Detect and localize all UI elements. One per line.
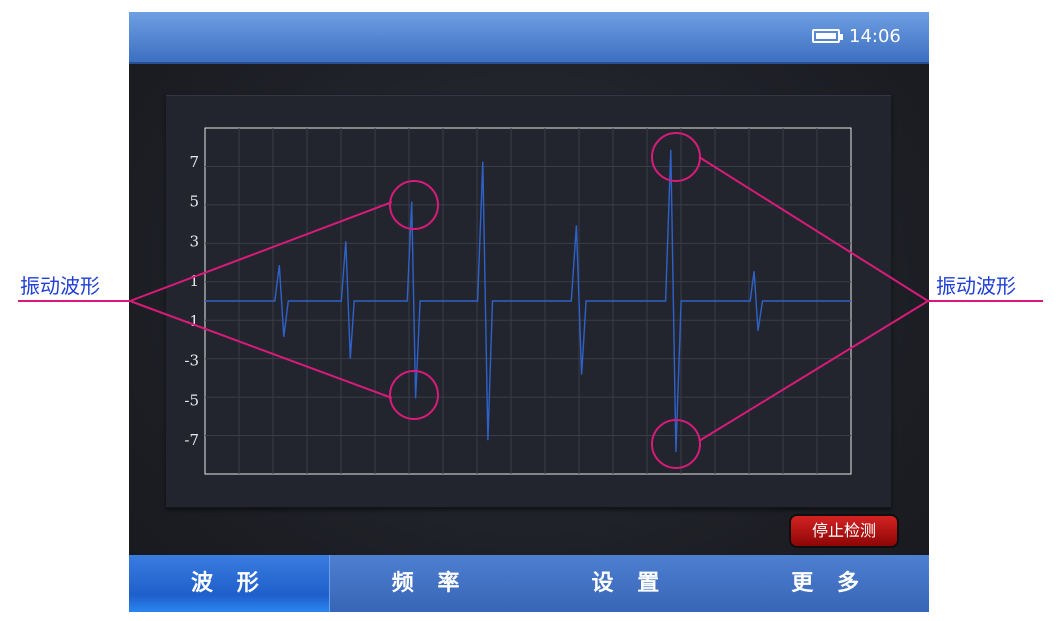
peak-highlight-circle — [389, 180, 439, 230]
right-callout-label: 振动波形 — [936, 274, 1016, 298]
peak-highlight-circle — [651, 132, 701, 182]
trough-highlight-circle — [651, 419, 701, 469]
trough-highlight-circle — [389, 370, 439, 420]
right-callout-pointer-bottom — [698, 300, 929, 442]
left-callout-label: 振动波形 — [20, 274, 100, 298]
annotation-overlay — [18, 132, 1043, 469]
right-callout-pointer-top — [698, 156, 929, 302]
left-callout-pointer-top — [129, 201, 393, 302]
left-callout-pointer-bottom — [129, 300, 393, 399]
